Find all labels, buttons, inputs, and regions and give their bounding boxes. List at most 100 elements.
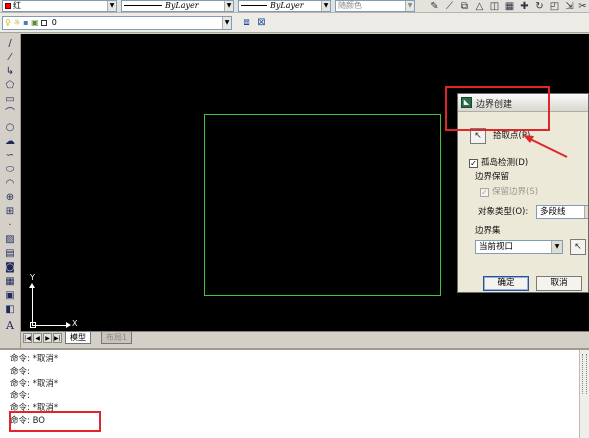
- mirror-icon[interactable]: △: [473, 0, 486, 12]
- lineweight-combo[interactable]: ByLayer ▼: [238, 0, 331, 12]
- ucs-x-label: X: [72, 319, 78, 328]
- spline-icon[interactable]: ∽: [3, 150, 17, 162]
- arc-icon[interactable]: ⌒: [3, 108, 17, 120]
- scale-icon[interactable]: ◰: [548, 0, 561, 12]
- tab-model[interactable]: 模型: [65, 332, 91, 344]
- circle-icon[interactable]: ○: [3, 122, 17, 134]
- layer-state-value: 0: [51, 18, 57, 27]
- tab-layout1[interactable]: 布局1: [101, 332, 133, 344]
- table-icon[interactable]: ▦: [3, 276, 17, 288]
- printer-icon: ▣: [31, 18, 39, 27]
- lightbulb-icon: ♀: [5, 18, 11, 27]
- insert-block-icon[interactable]: ⊕: [3, 192, 17, 204]
- copy-icon[interactable]: ⧉: [458, 0, 471, 12]
- layer-color-swatch: [5, 2, 11, 9]
- last-tab-icon[interactable]: ▶|: [53, 333, 62, 343]
- region-icon[interactable]: ◙: [3, 262, 17, 274]
- ellipse-icon[interactable]: ⬭: [3, 164, 17, 176]
- plotstyle-combo[interactable]: 随颜色 ▼: [335, 0, 415, 12]
- boundary-set-heading: 边界集: [475, 226, 501, 236]
- object-type-select[interactable]: 多段线 ▼: [536, 205, 588, 219]
- chevron-down-icon[interactable]: ▼: [405, 1, 414, 11]
- ucs-y-arrow: [29, 283, 35, 288]
- ucs-origin: [30, 322, 36, 328]
- move-icon[interactable]: ✚: [518, 0, 531, 12]
- layout-tabs: |◀ ◀ ▶ ▶| 模型 布局1: [21, 331, 589, 344]
- command-line: 命令:: [10, 391, 30, 401]
- gradient-icon[interactable]: ▤: [3, 248, 17, 260]
- chevron-down-icon[interactable]: ▼: [222, 17, 231, 29]
- retain-boundaries-label: 保留边界(S): [492, 187, 539, 197]
- draw-toolbar: / ⁄ ↳ ⬠ ▭ ⌒ ○ ☁ ∽ ⬭ ◠ ⊕ ⊞ · ▨ ▤ ◙ ▦ ▣ ◧ …: [0, 34, 21, 348]
- pencil-icon[interactable]: ✎: [428, 0, 441, 12]
- ok-button[interactable]: 确定: [483, 276, 529, 291]
- make-block-icon[interactable]: ⊞: [3, 206, 17, 218]
- layer-state-combo[interactable]: ♀ ☼ ▪ ▣ 0 ▼: [2, 16, 232, 30]
- annotation-box-command: [9, 411, 101, 432]
- rectangle-icon[interactable]: ▭: [3, 94, 17, 106]
- offset-icon[interactable]: ◫: [488, 0, 501, 12]
- properties-toolbar: 红 ▼ ByLayer ▼ ByLayer ▼ 随颜色 ▼ ✎ ⟋ ⧉ △ ◫ …: [0, 0, 589, 13]
- line-icon[interactable]: /: [3, 38, 17, 50]
- polygon-icon[interactable]: ⬠: [3, 80, 17, 92]
- wipeout-icon[interactable]: ◧: [3, 304, 17, 316]
- chevron-down-icon[interactable]: ▼: [107, 1, 116, 11]
- green-rectangle[interactable]: [204, 114, 441, 296]
- cursor-icon: ↖: [574, 242, 582, 252]
- hatch-icon[interactable]: ▨: [3, 234, 17, 246]
- lineweight-sample: [241, 5, 267, 6]
- polyline-icon[interactable]: ↳: [3, 66, 17, 78]
- dimension-icon[interactable]: ⟋: [443, 0, 456, 12]
- boundary-set-select[interactable]: 当前视口 ▼: [475, 240, 563, 254]
- ucs-x-arrow: [66, 322, 71, 328]
- linetype-label: ByLayer: [165, 1, 199, 10]
- command-scrollbar[interactable]: [579, 350, 589, 438]
- boundary-retention-heading: 边界保留: [475, 172, 510, 182]
- make-current-layer-icon[interactable]: ⧈: [240, 16, 253, 29]
- layers-toolbar: ♀ ☼ ▪ ▣ 0 ▼ ⧈ ⊠: [0, 13, 589, 33]
- pick-points-label[interactable]: 拾取点(P): [493, 131, 530, 142]
- rotate-icon[interactable]: ↻: [533, 0, 546, 12]
- island-detection-label: 孤岛检测(D): [481, 158, 529, 168]
- next-tab-icon[interactable]: ▶: [43, 333, 52, 343]
- multiline-text-icon[interactable]: A: [3, 320, 17, 332]
- layer-color-swatch: [41, 19, 48, 26]
- cancel-button[interactable]: 取消: [536, 276, 582, 291]
- chevron-down-icon[interactable]: ▼: [551, 241, 562, 253]
- lock-icon: ▪: [23, 18, 29, 27]
- layer-name: 红: [13, 1, 21, 10]
- stretch-icon[interactable]: ⇲: [563, 0, 576, 12]
- first-tab-icon[interactable]: |◀: [23, 333, 32, 343]
- layer-previous-icon[interactable]: ⊠: [255, 16, 268, 29]
- array-icon[interactable]: ▦: [503, 0, 516, 12]
- point-icon[interactable]: ·: [3, 220, 17, 232]
- ucs-y-axis: [32, 286, 33, 326]
- command-line: 命令:: [10, 367, 30, 377]
- prev-tab-icon[interactable]: ◀: [33, 333, 42, 343]
- chevron-down-icon[interactable]: ▼: [224, 1, 233, 11]
- layer-combo[interactable]: 红 ▼: [2, 0, 117, 12]
- chevron-down-icon[interactable]: ▼: [321, 1, 330, 11]
- trim-icon[interactable]: ✂: [576, 0, 589, 12]
- chevron-down-icon[interactable]: ▼: [584, 206, 588, 218]
- cursor-icon: ↖: [474, 131, 482, 141]
- object-type-value: 多段线: [540, 207, 566, 217]
- grip-icon[interactable]: [582, 354, 587, 394]
- ucs-x-axis: [32, 325, 68, 326]
- object-type-label: 对象类型(O):: [478, 207, 529, 217]
- ellipse-arc-icon[interactable]: ◠: [3, 178, 17, 190]
- annotation-box-dialog-title: [445, 86, 550, 131]
- new-boundary-set-button[interactable]: ↖: [570, 239, 586, 255]
- island-detection-checkbox[interactable]: ✓: [469, 159, 478, 168]
- construction-line-icon[interactable]: ⁄: [3, 52, 17, 64]
- sun-icon: ☼: [13, 18, 21, 27]
- lineweight-label: ByLayer: [270, 1, 304, 10]
- boundary-set-value: 当前视口: [479, 242, 514, 252]
- cloud-icon[interactable]: ☁: [3, 136, 17, 148]
- retain-boundaries-checkbox[interactable]: ✓: [480, 188, 489, 197]
- linetype-combo[interactable]: ByLayer ▼: [121, 0, 234, 12]
- command-line: 命令: *取消*: [10, 379, 59, 389]
- linetype-sample: [124, 5, 162, 6]
- ucs-y-label: Y: [30, 273, 35, 282]
- boundary-icon[interactable]: ▣: [3, 290, 17, 302]
